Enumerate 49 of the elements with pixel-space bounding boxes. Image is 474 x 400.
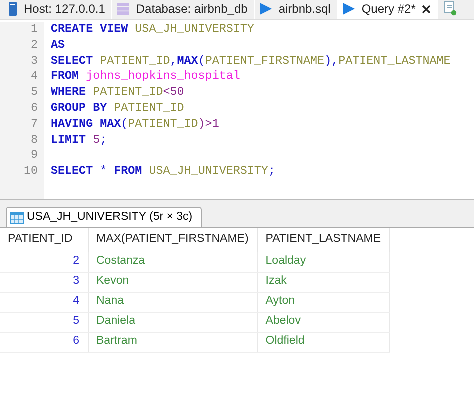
table-cell: 4 [0,292,88,312]
table-cell: Daniela [88,312,258,332]
table-cell: Ayton [257,292,390,312]
table-cell: 3 [0,272,88,292]
code-line: CREATE VIEW USA_JH_UNIVERSITY [51,22,254,36]
table-cell: Nana [88,292,258,312]
line-number: 8 [30,132,38,148]
table-cell: Oldfield [257,332,390,352]
editor-tab[interactable]: airbnb.sql [254,0,338,19]
line-number: 5 [30,85,38,101]
column-header[interactable]: PATIENT_ID [0,228,88,252]
line-number: 4 [30,69,38,86]
table-cell: Kevon [88,272,258,292]
result-tab[interactable]: USA_JH_UNIVERSITY (5r × 3c) [6,207,202,227]
table-cell: Bartram [88,332,258,352]
table-cell: 5 [0,312,88,332]
line-number: 1 [30,22,38,38]
line-number: 6 [30,100,38,117]
line-number: 10 [22,164,38,180]
database-icon [116,2,130,16]
table-cell: Costanza [88,252,258,272]
line-number: 3 [30,54,38,70]
table-cell: Abelov [257,312,390,332]
code-line: HAVING MAX(PATIENT_ID)>1 [51,116,220,131]
table-cell: Loalday [257,252,390,272]
play-icon [342,2,356,16]
code-line: GROUP BY PATIENT_ID [51,100,184,115]
table-cell: 2 [0,252,88,272]
code-line: LIMIT 5; [51,132,108,147]
line-number: 7 [30,116,38,133]
column-header[interactable]: MAX(PATIENT_FIRSTNAME) [88,228,258,252]
editor-tab[interactable]: Query #2* [338,0,438,19]
server-icon [8,2,18,16]
column-header[interactable]: PATIENT_LASTNAME [257,228,390,252]
line-number: 2 [30,38,38,54]
code-line: AS [51,38,66,52]
new-query-icon[interactable] [444,1,457,16]
code-line: WHERE PATIENT_ID<50 [51,85,184,100]
code-line: FROM johns_hopkins_hospital [51,69,240,84]
editor-tab[interactable]: Host: 127.0.0.1 [4,0,112,19]
table-cell: 6 [0,332,88,352]
editor-tab[interactable]: Database: airbnb_db [112,0,255,19]
play-icon [258,2,273,16]
table-cell: Izak [257,272,390,292]
table-icon [10,212,24,224]
code-line: SELECT * FROM USA_JH_UNIVERSITY; [51,164,276,178]
code-line: SELECT PATIENT_ID,MAX(PATIENT_FIRSTNAME),PATIENT_LASTNAME [51,54,451,68]
close-icon[interactable] [422,4,431,14]
line-number: 9 [30,148,38,164]
